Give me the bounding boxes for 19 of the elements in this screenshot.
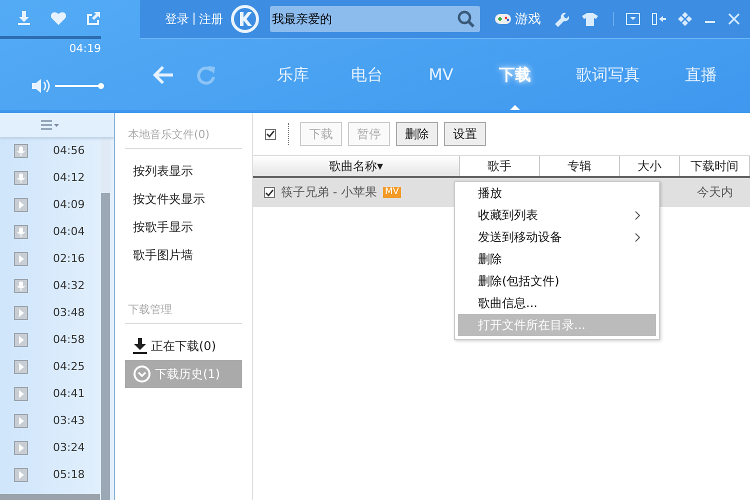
section-title: 本地音乐文件(0): [125, 125, 242, 149]
song-duration: 04:41: [53, 387, 85, 400]
song-duration: 03:43: [53, 414, 85, 427]
song-duration: 04:25: [53, 360, 85, 373]
download-time: 今天内: [697, 184, 733, 201]
elapsed-time: 04:19: [68, 41, 101, 57]
song-title: 筷子兄弟 - 小苹果: [281, 184, 377, 201]
separator: |: [192, 10, 196, 27]
song-duration: 04:04: [53, 225, 85, 238]
song-duration: 04:58: [53, 333, 85, 346]
song-duration: 05:18: [53, 468, 85, 481]
song-duration: 04:32: [53, 279, 85, 292]
song-duration: 04:09: [53, 198, 85, 211]
song-duration: 04:12: [53, 171, 85, 184]
song-duration: 02:16: [53, 252, 85, 265]
song-duration: 04:56: [53, 144, 85, 157]
section-title: 下载管理: [125, 300, 242, 324]
song-duration: 03:24: [53, 441, 85, 454]
song-duration: 03:48: [53, 306, 85, 319]
